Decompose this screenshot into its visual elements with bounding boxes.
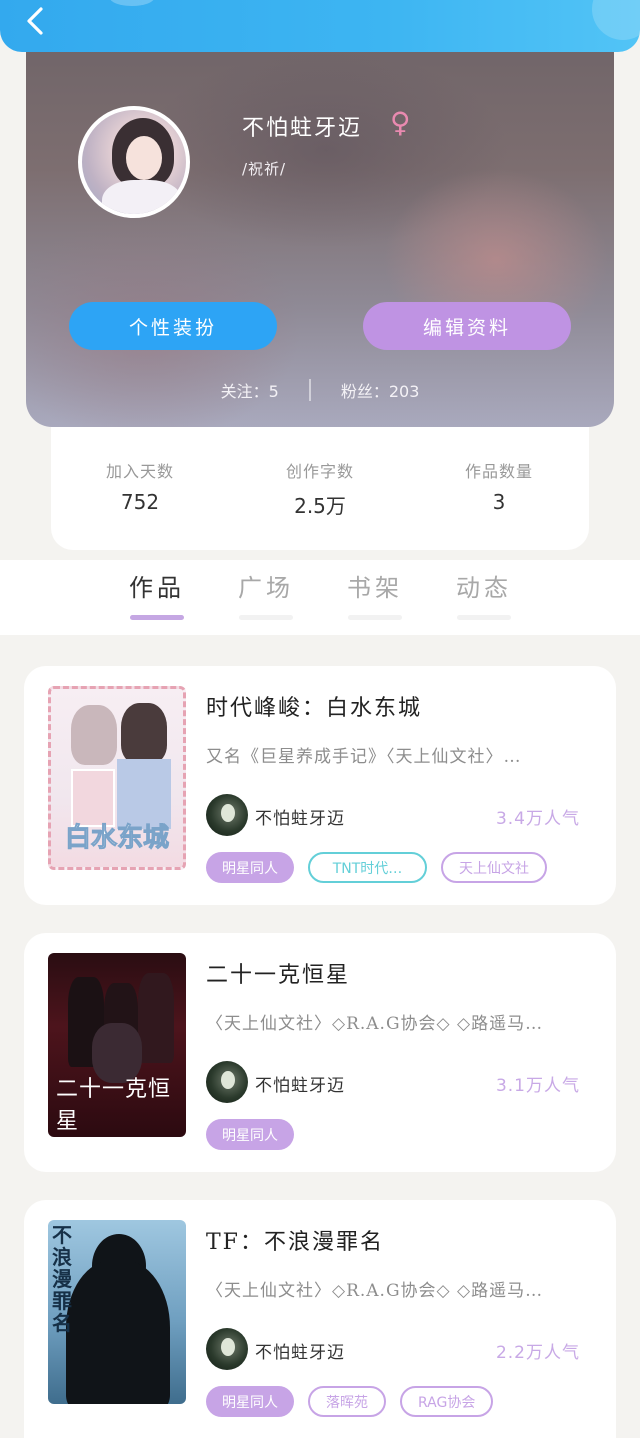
following-label: 关注：: [220, 382, 269, 401]
author-avatar-face: [221, 1338, 235, 1356]
fans-link[interactable]: 粉丝：203: [341, 378, 420, 402]
divider: [308, 379, 311, 401]
tab-activity[interactable]: 动态: [439, 568, 529, 620]
tab-label: 作品: [129, 574, 185, 602]
top-bar: [0, 0, 640, 52]
following-link[interactable]: 关注：5: [221, 378, 279, 402]
work-description: 〈天上仙文社〉◇R.A.G协会◇ ◇路遥马…: [206, 1281, 544, 1301]
stats-card: 加入天数 752 创作字数 2.5万 作品数量 3: [51, 410, 589, 550]
stat-label: 作品数量: [464, 462, 533, 481]
work-card[interactable]: 二十一克恒星 二十一克恒星 〈天上仙文社〉◇R.A.G协会◇ ◇路遥马… 不怕蛀…: [24, 933, 616, 1172]
chevron-left-icon: [27, 7, 43, 35]
tag[interactable]: 明星同人: [206, 852, 294, 883]
work-title[interactable]: 时代峰峻：白水东城: [206, 690, 422, 722]
author-avatar-face: [221, 804, 235, 822]
decor-bubble: [592, 0, 640, 40]
work-description: 〈天上仙文社〉◇R.A.G协会◇ ◇路遥马…: [206, 1014, 544, 1034]
book-cover[interactable]: 白水东城: [48, 686, 186, 870]
author-avatar-face: [221, 1071, 235, 1089]
work-title[interactable]: TF：不浪漫罪名: [206, 1224, 384, 1256]
fans-label: 粉丝：: [340, 382, 389, 401]
tab-label: 动态: [456, 574, 512, 602]
tag[interactable]: 明星同人: [206, 1119, 294, 1150]
tab-underline: [130, 615, 184, 620]
author-avatar[interactable]: [206, 794, 248, 836]
stat-work-count: 作品数量 3: [429, 458, 569, 514]
cover-title-text: 二十一克恒星: [56, 1077, 172, 1134]
stat-join-days: 加入天数 752: [70, 458, 210, 514]
author-name[interactable]: 不怕蛀牙迈: [255, 1071, 345, 1096]
avatar-face: [126, 136, 162, 180]
edit-profile-button[interactable]: 编辑资料: [363, 302, 571, 350]
tab-square[interactable]: 广场: [221, 568, 311, 620]
female-icon: ♀: [390, 106, 411, 139]
author-name[interactable]: 不怕蛀牙迈: [255, 1338, 345, 1363]
stat-label: 加入天数: [105, 462, 174, 481]
stat-label: 创作字数: [285, 462, 354, 481]
author-avatar[interactable]: [206, 1061, 248, 1103]
tag[interactable]: 天上仙文社: [441, 852, 547, 883]
author-name[interactable]: 不怕蛀牙迈: [255, 804, 345, 829]
tab-label: 书架: [347, 574, 403, 602]
tag-list: 明星同人 TNT时代… 天上仙文社: [206, 852, 547, 883]
following-count: 5: [268, 382, 279, 401]
fans-count: 203: [388, 382, 420, 401]
stat-value: 2.5万: [294, 494, 346, 518]
tab-underline: [239, 615, 293, 620]
popularity-count: 2.2万人气: [495, 1343, 580, 1363]
tab-works[interactable]: 作品: [112, 568, 202, 620]
tag[interactable]: TNT时代…: [308, 852, 427, 883]
avatar-body: [102, 180, 182, 214]
cover-figure: [121, 703, 167, 763]
cover-title-text: 不浪漫罪名: [52, 1223, 72, 1335]
author-avatar[interactable]: [206, 1328, 248, 1370]
work-card[interactable]: 白水东城 时代峰峻：白水东城 又名《巨星养成手记》〈天上仙文社〉… 不怕蛀牙迈 …: [24, 666, 616, 905]
work-description: 又名《巨星养成手记》〈天上仙文社〉…: [206, 747, 522, 767]
tag-list: 明星同人: [206, 1119, 294, 1150]
book-cover[interactable]: 二十一克恒星: [48, 953, 186, 1137]
tab-underline: [457, 615, 511, 620]
tab-underline: [348, 615, 402, 620]
work-title[interactable]: 二十一克恒星: [206, 957, 350, 989]
decor-bubble: [110, 0, 154, 6]
cover-title-text: 白水东城: [64, 823, 170, 854]
username: 不怕蛀牙迈: [242, 116, 363, 141]
tab-bar: 作品 广场 书架 动态: [0, 560, 640, 635]
dress-up-button[interactable]: 个性装扮: [69, 302, 277, 350]
profile-header-card: 不怕蛀牙迈 ♀ /祝祈/ 个性装扮 编辑资料 关注：5 粉丝：203: [26, 30, 614, 427]
avatar[interactable]: [78, 106, 190, 218]
book-cover[interactable]: 不浪漫罪名: [48, 1220, 186, 1404]
tag[interactable]: 明星同人: [206, 1386, 294, 1417]
back-button[interactable]: [18, 4, 52, 38]
stat-value: 3: [492, 490, 506, 514]
tab-bookshelf[interactable]: 书架: [330, 568, 420, 620]
tag-list: 明星同人 落晖苑 RAG协会: [206, 1386, 494, 1417]
popularity-count: 3.4万人气: [495, 809, 580, 829]
cover-figure: [138, 973, 174, 1063]
stat-word-count: 创作字数 2.5万: [250, 458, 390, 519]
follow-stats: 关注：5 粉丝：203: [26, 376, 614, 404]
tab-label: 广场: [238, 574, 294, 602]
work-card[interactable]: 不浪漫罪名 TF：不浪漫罪名 〈天上仙文社〉◇R.A.G协会◇ ◇路遥马… 不怕…: [24, 1200, 616, 1438]
tag[interactable]: RAG协会: [400, 1386, 494, 1417]
stat-value: 752: [120, 490, 160, 514]
tag[interactable]: 落晖苑: [308, 1386, 386, 1417]
signature: /祝祈/: [242, 160, 287, 178]
cover-figure: [71, 705, 117, 765]
popularity-count: 3.1万人气: [495, 1076, 580, 1096]
